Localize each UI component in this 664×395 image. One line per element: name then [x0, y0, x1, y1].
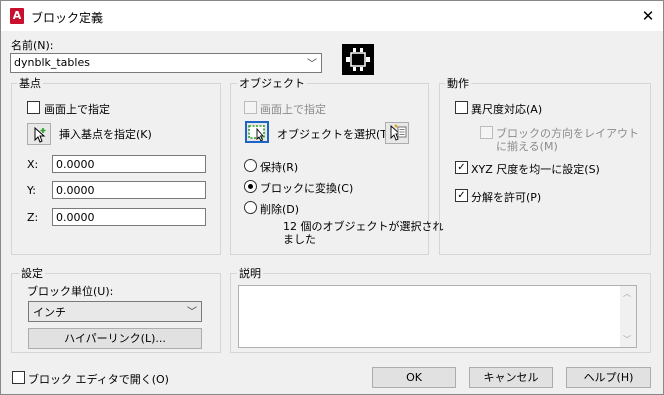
y-label: Y:: [27, 184, 36, 197]
block-units-value: インチ: [33, 306, 66, 319]
name-value: dynblk_tables: [14, 56, 90, 69]
name-combobox[interactable]: dynblk_tables ﹀: [10, 53, 322, 73]
y-input[interactable]: 0.0000: [52, 181, 206, 199]
match-orientation-checkbox[interactable]: [480, 126, 493, 139]
ok-button[interactable]: OK: [372, 367, 456, 388]
quick-select-button[interactable]: [385, 122, 409, 144]
select-objects-label: オブジェクトを選択(T): [277, 128, 392, 141]
scroll-down-icon[interactable]: ﹀: [623, 334, 631, 345]
chevron-down-icon: ﹀: [187, 307, 197, 318]
annotative-checkbox[interactable]: [455, 101, 468, 114]
open-in-editor-label: ブロック エディタで開く(O): [28, 373, 169, 386]
block-definition-dialog: A ブロック定義 ✕ 名前(N): dynblk_tables ﹀ 基点 画面上…: [0, 0, 664, 395]
selection-status-line2: ました: [283, 233, 316, 246]
quick-select-icon: [390, 124, 407, 141]
allow-exploding-checkbox[interactable]: ✓: [455, 189, 468, 202]
match-orientation-label-line2: に揃える(M): [496, 140, 558, 153]
base-specify-on-screen-checkbox[interactable]: [27, 101, 40, 114]
base-point-title: 基点: [17, 75, 43, 91]
allow-exploding-label: 分解を許可(P): [471, 191, 542, 204]
app-logo-icon: A: [10, 8, 24, 24]
settings-title: 設定: [19, 265, 45, 281]
help-button[interactable]: ヘルプ(H): [566, 367, 651, 388]
select-objects-icon: [248, 125, 265, 142]
pick-point-button[interactable]: [27, 123, 51, 145]
retain-label: 保持(R): [260, 161, 299, 174]
z-input[interactable]: 0.0000: [52, 208, 206, 226]
delete-radio[interactable]: [244, 201, 257, 214]
description-scrollbar[interactable]: ︿ ﹀: [620, 286, 636, 347]
pick-point-icon: [34, 126, 46, 143]
annotative-label: 異尺度対応(A): [471, 103, 543, 116]
x-label: X:: [27, 158, 39, 171]
title-bar: A ブロック定義 ✕: [1, 1, 663, 31]
behavior-title: 動作: [445, 75, 471, 91]
delete-label: 削除(D): [260, 203, 300, 216]
scale-uniformly-checkbox[interactable]: ✓: [455, 161, 468, 174]
close-icon[interactable]: ✕: [637, 5, 659, 27]
block-units-label: ブロック単位(U):: [27, 285, 114, 298]
retain-radio[interactable]: [244, 159, 257, 172]
objects-specify-on-screen-label: 画面上で指定: [260, 103, 326, 116]
x-input[interactable]: 0.0000: [52, 155, 206, 173]
select-objects-button[interactable]: [245, 121, 269, 143]
open-in-editor-checkbox[interactable]: [12, 371, 25, 384]
name-label: 名前(N):: [11, 39, 54, 52]
base-specify-on-screen-label: 画面上で指定: [44, 103, 110, 116]
description-title: 説明: [237, 265, 263, 281]
description-textarea[interactable]: ︿ ﹀: [238, 285, 637, 348]
scroll-up-icon[interactable]: ︿: [623, 288, 631, 299]
chevron-down-icon: ﹀: [307, 59, 317, 70]
convert-to-block-radio[interactable]: [244, 180, 257, 193]
hyperlink-button[interactable]: ハイパーリンク(L)...: [28, 328, 202, 349]
block-units-select[interactable]: インチ ﹀: [28, 301, 202, 322]
cancel-button[interactable]: キャンセル: [469, 367, 553, 388]
convert-to-block-label: ブロックに変換(C): [260, 182, 354, 195]
objects-specify-on-screen-checkbox[interactable]: [244, 101, 257, 114]
block-preview-icon: [342, 44, 374, 75]
objects-title: オブジェクト: [237, 75, 307, 91]
z-label: Z:: [27, 211, 39, 224]
scale-uniformly-label: XYZ 尺度を均一に設定(S): [471, 163, 600, 176]
window-title: ブロック定義: [31, 11, 104, 25]
pick-point-label: 挿入基点を指定(K): [59, 128, 152, 141]
